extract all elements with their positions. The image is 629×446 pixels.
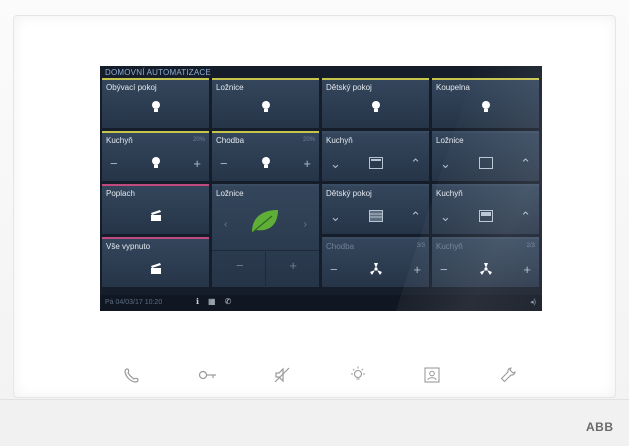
clapperboard-icon (150, 262, 161, 274)
status-datetime: Pá 04/03/17 10:20 (105, 299, 163, 306)
tile-label: Kuchyň (436, 189, 463, 198)
dimmer-value: 20% (302, 137, 315, 143)
tile-label: Obývací pokoj (106, 83, 157, 92)
tile-kids-room-blind: Dětský pokoj ⌄ ⌃ (322, 184, 429, 234)
minus-button[interactable]: − (330, 263, 338, 276)
status-bar: Pá 04/03/17 10:20 ℹ ▦ ✆ ◂) (100, 295, 542, 311)
bulb-icon (261, 101, 270, 112)
fan-icon (479, 263, 492, 275)
plus-button[interactable]: + (303, 157, 311, 170)
tile-hallway-fan: Chodba 3/3 − + (322, 237, 429, 287)
fan-level: 3/3 (416, 243, 425, 249)
plus-button[interactable]: + (413, 263, 421, 276)
tile-bedroom-eco: Ložnice ‹ › − + (212, 184, 319, 288)
tile-label: Ložnice (436, 136, 464, 145)
chevron-up-icon[interactable]: ⌃ (520, 157, 531, 170)
tile-label: Kuchyň (436, 242, 463, 251)
tile-bedroom-blind: Ložnice ⌄ ⌃ (432, 131, 539, 181)
bulb-icon (151, 101, 160, 112)
chevron-right-icon[interactable]: › (304, 218, 307, 231)
tile-label: Koupelna (436, 83, 470, 92)
minus-button[interactable]: − (110, 157, 118, 170)
tile-label: Chodba (326, 242, 355, 251)
tile-hallway-dimmer: Chodba 20% − + (212, 131, 319, 181)
fan-icon (369, 263, 382, 275)
chevron-down-icon[interactable]: ⌄ (440, 210, 451, 223)
touch-screen: DOMOVNÍ AUTOMATIZACE Obývací pokoj Ložni… (100, 66, 542, 311)
phone-icon[interactable]: ✆ (225, 297, 232, 306)
home-button-row (0, 360, 629, 390)
intercom-device: DOMOVNÍ AUTOMATIZACE Obývací pokoj Ložni… (0, 0, 629, 446)
contact-icon[interactable] (417, 360, 447, 390)
bulb-icon (371, 101, 380, 112)
tile-bathroom-light[interactable]: Koupelna (432, 78, 539, 128)
tile-bedroom-light[interactable]: Ložnice (212, 78, 319, 128)
brand-logo: ABB (586, 420, 614, 434)
tile-label: Poplach (106, 189, 135, 198)
door-icon[interactable]: ▦ (208, 297, 216, 306)
light-icon[interactable] (343, 360, 373, 390)
tile-kitchen-blind: Kuchyň ⌄ ⌃ (322, 131, 429, 181)
bulb-icon[interactable] (151, 156, 161, 170)
tile-label: Ložnice (216, 83, 244, 92)
key-icon[interactable] (193, 360, 223, 390)
fan-level: 2/3 (526, 243, 535, 249)
device-base (0, 399, 629, 446)
tile-kitchen-blind-2: Kuchyň ⌄ ⌃ (432, 184, 539, 234)
tile-label: Chodba (216, 136, 245, 145)
chevron-left-icon[interactable]: ‹ (224, 218, 227, 231)
blind-icon (368, 157, 383, 169)
tile-all-off-scene[interactable]: Vše vypnuto (102, 237, 209, 287)
clapperboard-icon (150, 209, 161, 221)
minus-button[interactable]: − (220, 157, 228, 170)
tile-label: Dětský pokoj (326, 83, 372, 92)
dimmer-value: 20% (192, 137, 205, 143)
blind-icon (478, 157, 493, 169)
tile-label: Kuchyň (326, 136, 353, 145)
screen-title: DOMOVNÍ AUTOMATIZACE (105, 68, 211, 77)
chevron-up-icon[interactable]: ⌃ (410, 157, 421, 170)
tile-grid: Obývací pokoj Ložnice Dětský pokoj Koupe… (102, 78, 540, 292)
wrench-icon[interactable] (493, 360, 523, 390)
bulb-icon[interactable] (261, 156, 271, 170)
phone-icon[interactable] (117, 360, 147, 390)
volume-icon[interactable]: ◂) (530, 298, 536, 306)
plus-button[interactable]: + (523, 263, 531, 276)
chevron-up-icon[interactable]: ⌃ (520, 210, 531, 223)
bulb-icon (481, 101, 490, 112)
chevron-down-icon[interactable]: ⌄ (330, 210, 341, 223)
info-icon[interactable]: ℹ (196, 297, 199, 306)
tile-label: Kuchyň (106, 136, 133, 145)
blind-icon (478, 210, 493, 222)
minus-button[interactable]: − (440, 263, 448, 276)
leaf-icon (252, 210, 278, 232)
tile-label: Vše vypnuto (106, 242, 151, 251)
blind-icon (368, 210, 383, 222)
chevron-down-icon[interactable]: ⌄ (440, 157, 451, 170)
chevron-up-icon[interactable]: ⌃ (410, 210, 421, 223)
plus-button[interactable]: + (193, 157, 201, 170)
tile-alarm-scene[interactable]: Poplach (102, 184, 209, 234)
tile-kitchen-dimmer: Kuchyň 20% − + (102, 131, 209, 181)
mute-icon[interactable] (267, 360, 297, 390)
tile-living-room-light[interactable]: Obývací pokoj (102, 78, 209, 128)
plus-button[interactable]: + (289, 259, 297, 272)
minus-button[interactable]: − (236, 259, 244, 272)
chevron-down-icon[interactable]: ⌄ (330, 157, 341, 170)
tile-kitchen-fan: Kuchyň 2/3 − + (432, 237, 539, 287)
tile-kids-room-light[interactable]: Dětský pokoj (322, 78, 429, 128)
tile-label: Dětský pokoj (326, 189, 372, 198)
tile-label: Ložnice (216, 189, 244, 198)
